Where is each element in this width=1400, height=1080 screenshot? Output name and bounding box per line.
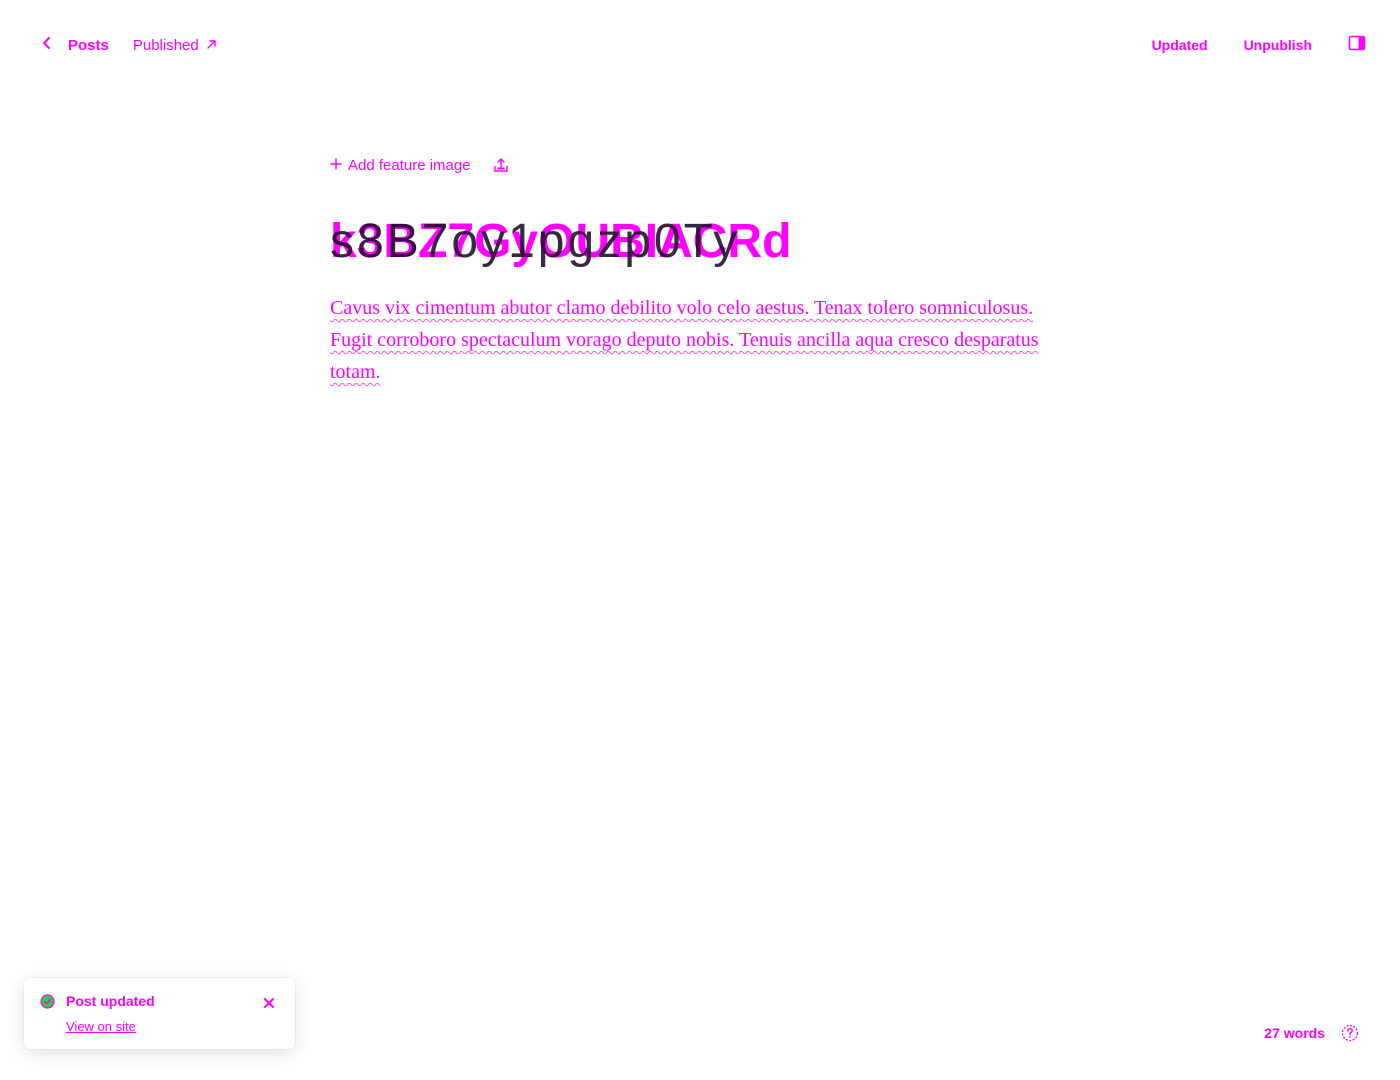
add-feature-image-button[interactable]: Add feature image bbox=[330, 157, 471, 174]
post-editor: Posts Published Updated Unpublish Add fe… bbox=[0, 0, 1400, 1080]
toast-title: Post updated bbox=[66, 993, 155, 1009]
update-button[interactable]: Updated bbox=[1152, 37, 1208, 53]
settings-sidebar-toggle[interactable] bbox=[1348, 34, 1366, 57]
post-updated-toast: Post updated View on site bbox=[24, 978, 295, 1049]
upload-icon bbox=[493, 158, 509, 177]
back-link-label: Posts bbox=[68, 36, 109, 54]
published-status-link[interactable]: Published bbox=[133, 37, 217, 54]
check-circle-icon bbox=[40, 994, 55, 1009]
unpublish-button[interactable]: Unpublish bbox=[1244, 37, 1312, 53]
back-to-posts-link[interactable]: Posts bbox=[40, 36, 109, 54]
arrow-up-right-icon bbox=[199, 37, 217, 54]
header-actions: Updated Unpublish bbox=[1152, 34, 1366, 57]
image-upload-button[interactable] bbox=[493, 157, 509, 173]
plus-icon bbox=[330, 157, 348, 174]
help-button[interactable] bbox=[1341, 1024, 1359, 1042]
chevron-left-icon bbox=[40, 36, 68, 54]
question-circle-icon bbox=[1341, 1024, 1359, 1046]
status-label: Published bbox=[132, 36, 199, 54]
feature-image-row: Add feature image bbox=[330, 150, 1090, 180]
post-body-editor[interactable]: Cavus vix cimentum abutor clamo debilito… bbox=[330, 292, 1075, 388]
editor-header: Posts Published Updated Unpublish bbox=[0, 0, 1400, 94]
editor-canvas: Add feature image k3BZ7GyOUBIACRd s8B7oy… bbox=[330, 150, 1090, 388]
post-title-text: k3BZ7GyOUBIACRd bbox=[330, 215, 792, 268]
post-title-input[interactable]: k3BZ7GyOUBIACRd s8B7oy1pgzp0Ty bbox=[330, 214, 1090, 270]
sidebar-icon bbox=[1348, 34, 1366, 57]
close-icon bbox=[263, 996, 275, 1013]
view-on-site-link[interactable]: View on site bbox=[66, 1019, 136, 1034]
editor-footer: 27 words bbox=[1264, 1024, 1359, 1042]
breadcrumb: Posts Published bbox=[40, 36, 217, 54]
add-feature-image-label: Add feature image bbox=[348, 156, 471, 174]
toast-close-button[interactable] bbox=[263, 996, 275, 1008]
word-count: 27 words bbox=[1264, 1025, 1325, 1041]
